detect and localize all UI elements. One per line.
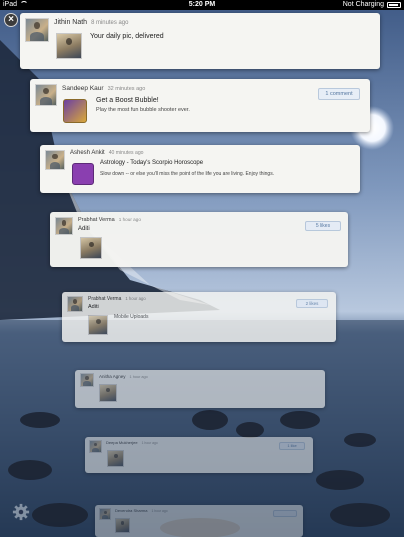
action-badge[interactable] [273, 510, 297, 517]
comments-badge[interactable]: 1 comment [318, 88, 360, 100]
app-frame: iPad 5:20 PM Not Charging Jithin Nath 8 m… [0, 0, 404, 537]
battery-label: Not Charging [342, 1, 384, 8]
avatar[interactable] [55, 217, 73, 235]
timestamp: 1 hour ago [129, 375, 148, 379]
timestamp: 1 hour ago [151, 509, 168, 513]
post-message: Your daily pic, delivered [90, 33, 164, 40]
timestamp: 1 hour ago [118, 217, 141, 222]
photo-thumbnail[interactable] [56, 33, 82, 59]
timestamp: 32 minutes ago [107, 86, 146, 92]
likes-badge[interactable]: 5 likes [305, 221, 341, 231]
feed-card[interactable]: Anitha Agney 1 hour ago [75, 370, 325, 408]
user-name[interactable]: Anitha Agney 1 hour ago [99, 374, 148, 379]
user-name[interactable]: Prabhat Verma 1 hour ago [78, 217, 141, 223]
timestamp: 8 minutes ago [91, 20, 129, 26]
gear-icon[interactable] [12, 503, 30, 521]
avatar[interactable] [67, 296, 83, 312]
feed-card[interactable]: Ashesh Ankit 40 minutes ago Astrology - T… [40, 145, 360, 193]
feed-card[interactable]: Prabhat Verma 1 hour ago Aditi 5 likes [50, 212, 348, 267]
post-message: Aditi [88, 304, 99, 310]
user-name[interactable]: Prabhat Verma 1 hour ago [88, 296, 146, 302]
battery-icon [387, 2, 401, 8]
timestamp: 40 minutes ago [108, 150, 144, 156]
user-name[interactable]: Deepa Mukherjee 1 hour ago [106, 440, 158, 445]
post-description: Slow down -- or else you'll miss the poi… [100, 171, 275, 177]
timestamp: 1 hour ago [141, 441, 158, 445]
avatar[interactable] [35, 84, 57, 106]
photo-thumbnail[interactable] [99, 384, 117, 402]
close-icon[interactable]: × [4, 13, 18, 27]
avatar[interactable] [99, 508, 111, 520]
post-message: Aditi [78, 226, 90, 232]
likes-badge[interactable]: 1 like [279, 442, 305, 450]
app-icon[interactable] [63, 99, 87, 123]
post-description: Play the most fun bubble shooter ever. [96, 107, 190, 113]
user-name[interactable]: Jithin Nath 8 minutes ago [54, 19, 128, 26]
photo-thumbnail[interactable] [80, 237, 102, 259]
likes-badge[interactable]: 2 likes [296, 299, 328, 308]
album-name: Mobile Uploads [114, 314, 149, 320]
photo-thumbnail[interactable] [88, 315, 108, 335]
feed-card[interactable]: Jithin Nath 8 minutes ago Your daily pic,… [20, 13, 380, 69]
avatar[interactable] [25, 18, 49, 42]
post-message: Astrology - Today's Scorpio Horoscope [100, 160, 204, 166]
status-bar: iPad 5:20 PM Not Charging [0, 0, 404, 10]
app-icon[interactable] [72, 163, 94, 185]
photo-thumbnail[interactable] [115, 518, 130, 533]
avatar[interactable] [89, 440, 102, 453]
post-message: Get a Boost Bubble! [96, 97, 159, 104]
timestamp: 1 hour ago [125, 296, 146, 301]
feed-card[interactable]: Devendra Sharma 1 hour ago [95, 505, 303, 537]
feed-card[interactable]: Prabhat Verma 1 hour ago Aditi Mobile Upl… [62, 292, 336, 342]
feed-card[interactable]: Deepa Mukherjee 1 hour ago 1 like [85, 437, 313, 473]
user-name[interactable]: Devendra Sharma 1 hour ago [115, 508, 168, 513]
user-name[interactable]: Ashesh Ankit 40 minutes ago [70, 150, 144, 156]
user-name[interactable]: Sandeep Kaur 32 minutes ago [62, 85, 145, 92]
avatar[interactable] [45, 150, 65, 170]
avatar[interactable] [80, 373, 94, 387]
photo-thumbnail[interactable] [107, 450, 124, 467]
feed-card[interactable]: Sandeep Kaur 32 minutes ago Get a Boost B… [30, 79, 370, 132]
